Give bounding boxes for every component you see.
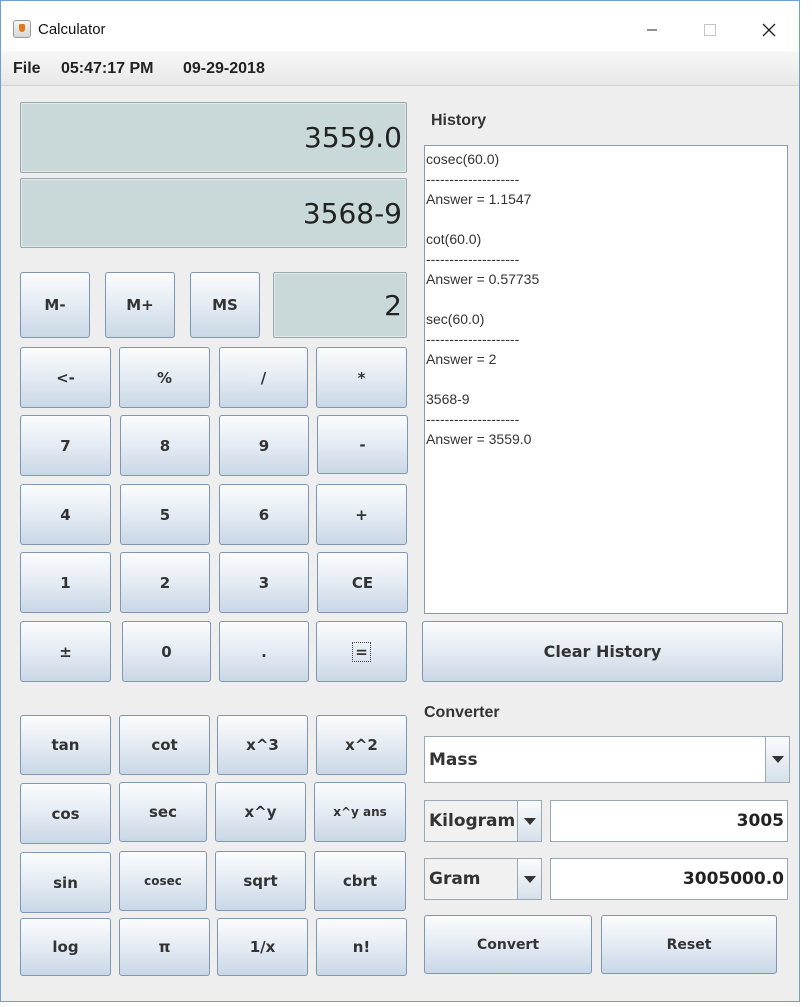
chevron-down-icon [771,756,784,763]
history-label: History [431,112,487,129]
converter-category-select[interactable]: Mass [424,736,790,783]
convert-button[interactable]: Convert [424,915,592,974]
digit-3-button[interactable]: 3 [219,552,309,613]
minimize-button[interactable] [629,15,675,45]
cube-button[interactable]: x^3 [217,715,308,775]
history-line: 3568-9 [426,391,470,407]
digit-2-button[interactable]: 2 [120,552,210,613]
cbrt-button[interactable]: cbrt [314,851,406,911]
clock-time: 05:47:17 PM [61,60,154,77]
divide-button[interactable]: / [219,347,308,408]
history-line [426,209,786,229]
history-line: Answer = 1.1547 [426,191,532,207]
history-line: Answer = 3559.0 [426,431,532,447]
memory-display: 2 [273,272,407,338]
maximize-icon [704,24,716,36]
equals-button[interactable]: = [316,621,407,682]
converter-category-value: Mass [429,749,478,770]
sqrt-button[interactable]: sqrt [215,851,306,911]
file-menu[interactable]: File [13,60,41,78]
minus-button[interactable]: - [317,415,408,474]
chevron-down-icon [523,875,536,883]
pi-button[interactable]: π [119,918,210,976]
to-unit-select[interactable]: Gram [424,858,542,900]
cosec-button[interactable]: cosec [119,851,207,911]
digit-7-button[interactable]: 7 [20,415,111,476]
square-button[interactable]: x^2 [316,715,407,775]
power-button[interactable]: x^y [215,782,306,842]
equals-button-label: = [352,641,371,662]
chevron-down-icon [523,817,536,825]
digit-8-button[interactable]: 8 [120,415,210,476]
plus-minus-button[interactable]: ± [20,621,111,682]
clock-date: 09-29-2018 [183,60,265,77]
sin-button[interactable]: sin [20,852,111,913]
reset-button[interactable]: Reset [601,915,777,974]
expression-display: 3568-9 [20,178,407,248]
power-answer-button[interactable]: x^y ans [314,782,406,842]
memory-plus-button[interactable]: M+ [105,272,175,338]
reciprocal-button[interactable]: 1/x [217,918,308,976]
multiply-button[interactable]: * [316,347,407,408]
history-line [426,289,786,309]
sec-button[interactable]: sec [119,782,207,842]
converter-label: Converter [424,704,500,721]
digit-6-button[interactable]: 6 [219,484,309,545]
clear-history-button[interactable]: Clear History [422,621,783,682]
history-line: Answer = 2 [426,351,497,367]
history-line: cosec(60.0) [426,151,500,167]
digit-1-button[interactable]: 1 [20,552,111,613]
from-unit-value: Kilogram [429,811,516,831]
log-button[interactable]: log [20,918,111,976]
history-line: -------------------- [426,411,520,427]
percent-button[interactable]: % [119,347,210,408]
history-line: -------------------- [426,331,520,347]
memory-minus-button[interactable]: M- [20,272,90,338]
result-display: 3559.0 [20,102,407,173]
history-text-area[interactable]: cosec(60.0) -------------------- Answer = … [424,145,788,614]
to-value-input[interactable]: 3005000.0 [550,858,788,900]
digit-9-button[interactable]: 9 [219,415,309,476]
plus-button[interactable]: + [316,484,407,545]
digit-0-button[interactable]: 0 [122,621,211,682]
memory-store-button[interactable]: MS [190,272,260,338]
factorial-button[interactable]: n! [316,918,407,976]
clear-entry-button[interactable]: CE [317,552,408,613]
close-button[interactable] [746,15,792,45]
cot-button[interactable]: cot [119,715,210,775]
history-line: cot(60.0) [426,231,482,247]
calculator-window: Calculator File 05:47:17 PM 09-29-2018 3… [0,0,800,1002]
history-line: sec(60.0) [426,311,485,327]
history-line [426,369,786,389]
history-line: Answer = 0.57735 [426,271,540,287]
window-title: Calculator [38,21,106,38]
cos-button[interactable]: cos [20,783,111,844]
history-line: -------------------- [426,251,520,267]
decimal-point-button[interactable]: . [219,621,309,682]
from-unit-dropdown-arrow[interactable] [517,801,541,841]
history-line: -------------------- [426,171,520,187]
to-unit-dropdown-arrow[interactable] [517,859,541,899]
to-unit-value: Gram [429,869,481,889]
menu-bar: File 05:47:17 PM 09-29-2018 [1,51,799,86]
digit-5-button[interactable]: 5 [120,484,210,545]
digit-4-button[interactable]: 4 [20,484,111,545]
minimize-icon [647,29,657,31]
close-icon [762,23,776,37]
from-unit-select[interactable]: Kilogram [424,800,542,842]
tan-button[interactable]: tan [20,715,111,775]
category-dropdown-arrow[interactable] [765,737,789,782]
from-value-input[interactable]: 3005 [550,800,788,842]
java-app-icon [13,20,31,38]
maximize-button[interactable] [687,15,733,45]
backspace-button[interactable]: <- [20,347,111,408]
title-bar[interactable]: Calculator [1,1,799,51]
